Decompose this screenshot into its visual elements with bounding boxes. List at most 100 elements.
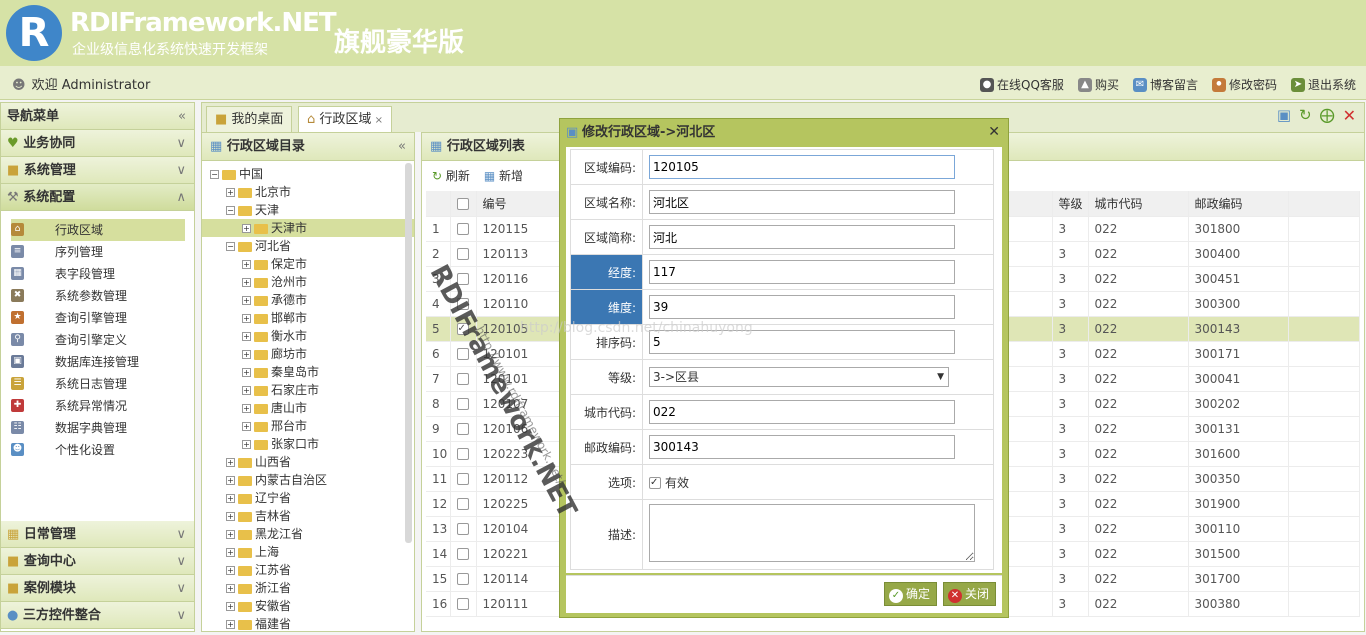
change-password-link[interactable]: ⚫ 修改密码 (1211, 76, 1277, 93)
tree-node[interactable]: + 天津市 (202, 219, 414, 237)
buy-link[interactable]: ▲ 购买 (1077, 76, 1119, 93)
menu-item-exception[interactable]: ✚ 系统异常情况 (11, 395, 194, 417)
longitude-input[interactable] (649, 260, 955, 284)
expand-node-icon[interactable]: + (226, 566, 235, 575)
expand-node-icon[interactable]: + (242, 440, 251, 449)
expand-node-icon[interactable]: + (226, 602, 235, 611)
fullscreen-icon[interactable]: ⨁ (1320, 106, 1335, 125)
menu-item-table-fields[interactable]: ▦ 表字段管理 (11, 263, 194, 285)
tree-node[interactable]: + 保定市 (202, 255, 414, 273)
tree-node[interactable]: + 秦皇岛市 (202, 363, 414, 381)
refresh-icon[interactable]: ↻ (1299, 106, 1312, 125)
tree-node[interactable]: + 邯郸市 (202, 309, 414, 327)
tree-node[interactable]: + 唐山市 (202, 399, 414, 417)
expand-node-icon[interactable]: + (242, 422, 251, 431)
expand-node-icon[interactable]: + (242, 278, 251, 287)
expand-node-icon[interactable]: + (226, 584, 235, 593)
tree-node[interactable]: − 中国 (202, 165, 414, 183)
tree-node[interactable]: + 石家庄市 (202, 381, 414, 399)
nav-group-collab[interactable]: ♥ 业务协同 ∨ (1, 130, 194, 157)
menu-item-db-connection[interactable]: ▣ 数据库连接管理 (11, 351, 194, 373)
tree-node[interactable]: + 廊坊市 (202, 345, 414, 363)
close-tab-icon[interactable]: × (371, 115, 383, 126)
region-code-input[interactable] (649, 155, 955, 179)
collapse-node-icon[interactable]: − (226, 242, 235, 251)
tree-node[interactable]: + 江苏省 (202, 561, 414, 579)
latitude-input[interactable] (649, 295, 955, 319)
row-checkbox[interactable] (456, 498, 469, 510)
expand-node-icon[interactable]: + (242, 386, 251, 395)
add-button[interactable]: ▦ 新增 (484, 161, 523, 191)
menu-item-query-define[interactable]: ⚲ 查询引擎定义 (11, 329, 194, 351)
tree-node[interactable]: + 内蒙古自治区 (202, 471, 414, 489)
row-checkbox[interactable] (456, 348, 469, 360)
region-name-input[interactable] (649, 190, 955, 214)
expand-node-icon[interactable]: + (226, 620, 235, 629)
refresh-button[interactable]: ↻ 刷新 (432, 161, 470, 191)
tree-node[interactable]: + 张家口市 (202, 435, 414, 453)
col-header-postal-code[interactable]: 邮政编码 (1188, 191, 1289, 217)
window-icon[interactable]: ▣ (1277, 106, 1291, 125)
tree-node[interactable]: + 沧州市 (202, 273, 414, 291)
blog-link[interactable]: ✉ 博客留言 (1132, 76, 1198, 93)
expand-node-icon[interactable]: + (242, 368, 251, 377)
tree-node[interactable]: + 吉林省 (202, 507, 414, 525)
close-all-icon[interactable]: ✕ (1343, 106, 1356, 125)
row-checkbox[interactable] (456, 448, 469, 460)
tree-node[interactable]: − 天津 (202, 201, 414, 219)
tree-node[interactable]: + 安徽省 (202, 597, 414, 615)
row-checkbox[interactable] (456, 598, 469, 610)
menu-item-params[interactable]: ✖ 系统参数管理 (11, 285, 194, 307)
tree-node[interactable]: + 辽宁省 (202, 489, 414, 507)
expand-node-icon[interactable]: + (226, 458, 235, 467)
tree-node[interactable]: − 河北省 (202, 237, 414, 255)
tree-node[interactable]: + 衡水市 (202, 327, 414, 345)
expand-node-icon[interactable]: + (242, 404, 251, 413)
select-all-cell[interactable] (450, 191, 477, 217)
collapse-icon[interactable]: « (398, 133, 406, 161)
row-checkbox[interactable]: ✓ (456, 323, 469, 335)
expand-node-icon[interactable]: + (226, 476, 235, 485)
row-checkbox[interactable] (456, 523, 469, 535)
postal-code-input[interactable] (649, 435, 955, 459)
nav-group-query[interactable]: ■ 查询中心 ∨ (1, 548, 194, 575)
collapse-icon[interactable]: « (178, 103, 186, 130)
tab-region[interactable]: ⌂ 行政区域 × (298, 106, 392, 133)
row-checkbox[interactable] (456, 573, 469, 585)
row-checkbox[interactable] (456, 548, 469, 560)
nav-group-config[interactable]: ⚒ 系统配置 ∧ (1, 184, 194, 211)
row-checkbox[interactable] (456, 248, 469, 260)
expand-node-icon[interactable]: + (226, 512, 235, 521)
expand-node-icon[interactable]: + (242, 314, 251, 323)
region-short-input[interactable] (649, 225, 955, 249)
expand-node-icon[interactable]: + (226, 188, 235, 197)
description-textarea[interactable] (649, 504, 975, 562)
expand-node-icon[interactable]: + (226, 494, 235, 503)
tree-node[interactable]: + 福建省 (202, 615, 414, 633)
menu-item-sequence[interactable]: ≡ 序列管理 (11, 241, 194, 263)
menu-item-log[interactable]: ☰ 系统日志管理 (11, 373, 194, 395)
collapse-node-icon[interactable]: − (226, 206, 235, 215)
tree-node[interactable]: + 承德市 (202, 291, 414, 309)
row-checkbox[interactable] (456, 423, 469, 435)
nav-group-third-party[interactable]: ● 三方控件整合 ∨ (1, 602, 194, 629)
ok-button[interactable]: ✓ 确定 (884, 582, 938, 606)
expand-node-icon[interactable]: + (242, 224, 251, 233)
expand-node-icon[interactable]: + (226, 530, 235, 539)
level-select[interactable]: 3->区县 ▼ (649, 367, 949, 387)
nav-group-system[interactable]: ■ 系统管理 ∨ (1, 157, 194, 184)
expand-node-icon[interactable]: + (242, 350, 251, 359)
city-code-input[interactable] (649, 400, 955, 424)
select-all-checkbox[interactable] (456, 197, 469, 210)
qq-service-link[interactable]: ● 在线QQ客服 (980, 76, 1064, 93)
nav-group-cases[interactable]: ■ 案例模块 ∨ (1, 575, 194, 602)
tree-node[interactable]: + 浙江省 (202, 579, 414, 597)
tree-node[interactable]: + 邢台市 (202, 417, 414, 435)
tab-desktop[interactable]: ■ 我的桌面 (206, 106, 293, 133)
row-checkbox[interactable] (456, 273, 469, 285)
close-button[interactable]: ✕ 关闭 (943, 582, 997, 606)
row-checkbox[interactable] (456, 473, 469, 485)
row-checkbox[interactable] (456, 223, 469, 235)
row-checkbox[interactable] (456, 298, 469, 310)
enabled-checkbox[interactable]: ✓ (649, 477, 661, 489)
